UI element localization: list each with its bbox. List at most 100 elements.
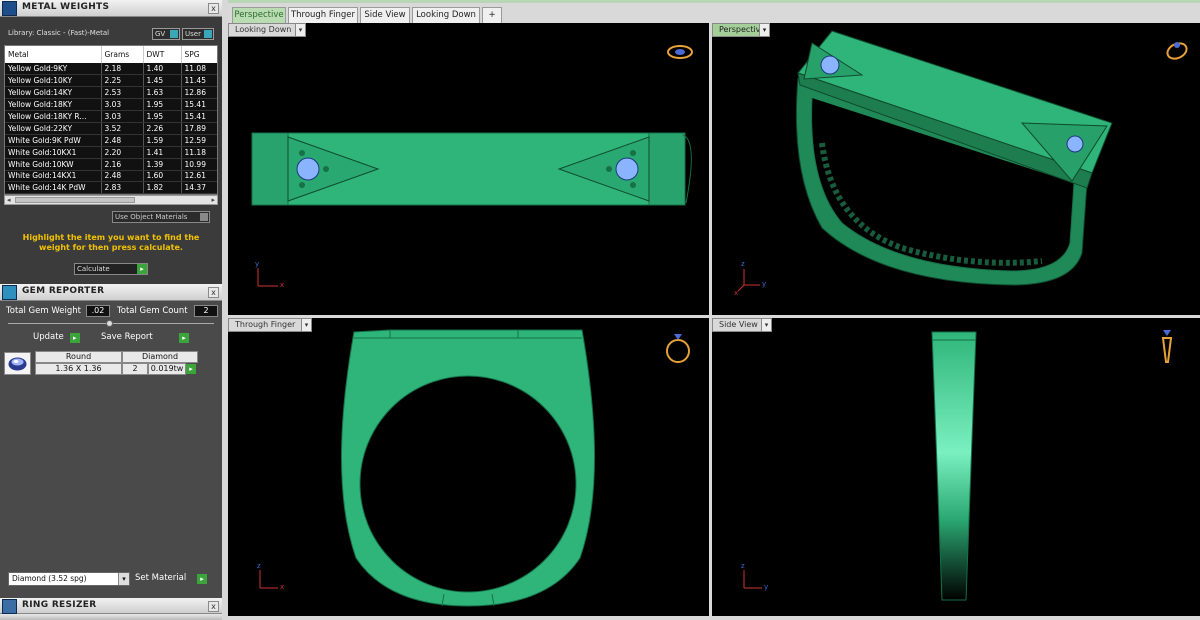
dwt-cell: 1.39 (143, 158, 182, 171)
chevron-down-icon[interactable]: ▾ (118, 573, 129, 585)
save-report-label: Save Report (101, 332, 153, 342)
calculate-hint: Highlight the item you want to find the … (22, 233, 200, 252)
scroll-left-icon[interactable]: ◂ (7, 196, 11, 204)
gem-reporter-icon (2, 285, 17, 300)
axis-y-label: y (255, 260, 260, 268)
metal-name-cell: Yellow Gold:9KY (5, 63, 102, 76)
metal-table-row[interactable]: White Gold:9K PdW 2.48 1.59 12.59 (5, 134, 217, 147)
tab-perspective[interactable]: Perspective (232, 7, 286, 23)
metal-table-row[interactable]: White Gold:14K PdW 2.83 1.82 14.37 (5, 181, 217, 194)
user-toggle[interactable]: User (182, 28, 214, 40)
column-header-spg[interactable]: SPG (181, 46, 217, 63)
update-button[interactable]: Update ▸ (33, 332, 80, 344)
metal-table-row[interactable]: Yellow Gold:10KY 2.25 1.45 11.45 (5, 74, 217, 88)
dwt-cell: 1.95 (143, 98, 182, 112)
column-header-grams[interactable]: Grams (101, 46, 144, 63)
scrollbar-thumb[interactable] (15, 197, 135, 203)
metal-weights-title: METAL WEIGHTS (22, 2, 110, 12)
library-label: Library: Classic - (Fast)-Metal (8, 29, 110, 37)
axis-x-label: x (280, 281, 285, 289)
gem-shape-header: Round (35, 351, 122, 363)
viewport-through-finger[interactable]: Through Finger ▾ z x (228, 318, 709, 616)
dwt-cell: 1.45 (143, 74, 182, 88)
use-object-materials-label: Use Object Materials (115, 213, 188, 221)
metal-name-cell: White Gold:14K PdW (5, 181, 102, 194)
grams-cell: 3.52 (101, 122, 144, 135)
dwt-cell: 1.40 (143, 63, 182, 76)
metal-table-row[interactable]: Yellow Gold:9KY 2.18 1.40 11.08 (5, 63, 217, 76)
spg-cell: 11.18 (181, 146, 217, 159)
metal-table-row[interactable]: White Gold:10KW 2.16 1.39 10.99 (5, 158, 217, 171)
metal-table-scrollbar[interactable]: ◂ ▸ (4, 195, 218, 205)
ring-perspective-view (737, 30, 1113, 292)
spg-cell: 12.61 (181, 170, 217, 183)
total-gem-count-label: Total Gem Count (117, 306, 188, 316)
update-go-icon[interactable]: ▸ (69, 333, 80, 343)
column-header-dwt[interactable]: DWT (143, 46, 182, 63)
material-select[interactable]: Diamond (3.52 spg) ▾ (8, 572, 130, 586)
use-object-materials-checkbox[interactable] (200, 213, 208, 221)
grams-cell: 2.18 (101, 63, 144, 76)
save-report-go-icon[interactable]: ▸ (179, 333, 189, 343)
gem-slider-handle[interactable] (106, 320, 113, 327)
axis-y-label: y (764, 583, 769, 591)
spg-cell: 11.45 (181, 74, 217, 88)
grams-cell: 3.03 (101, 110, 144, 123)
calculate-go-icon[interactable]: ▸ (137, 264, 147, 274)
round-diamond-icon (8, 357, 27, 371)
spg-cell: 12.59 (181, 134, 217, 147)
viewport-side-view[interactable]: Side View ▾ z y (712, 318, 1200, 616)
ring-top-view (251, 132, 692, 287)
scroll-right-icon[interactable]: ▸ (211, 196, 215, 204)
metal-weights-icon (2, 1, 17, 16)
viewport-looking-down[interactable]: Looking Down ▾ y x (228, 23, 709, 315)
gem-thumbnail[interactable] (4, 352, 31, 375)
metal-name-cell: Yellow Gold:10KY (5, 74, 102, 88)
nav-cube-ring-icon[interactable] (1164, 38, 1190, 62)
ring-through-finger-view (259, 329, 595, 607)
metal-table[interactable]: Metal Grams DWT SPG Yellow Gold:9KY 2.18 1… (4, 45, 218, 195)
gem-reporter-body (0, 301, 222, 598)
ring-resizer-icon (2, 599, 17, 614)
grams-cell: 2.20 (101, 146, 144, 159)
save-report-button[interactable]: Save Report ▸ (101, 332, 189, 344)
ring-resizer-title: RING RESIZER (22, 600, 97, 610)
metal-weights-header: METAL WEIGHTS x (0, 0, 222, 17)
spg-cell: 11.08 (181, 63, 217, 76)
grams-cell: 2.48 (101, 170, 144, 183)
tab-looking-down[interactable]: Looking Down (412, 7, 480, 23)
gem-reporter-close-button[interactable]: x (208, 287, 219, 298)
left-panel: METAL WEIGHTS x Library: Classic - (Fast… (0, 0, 222, 620)
metal-table-row[interactable]: Yellow Gold:14KY 2.53 1.63 12.86 (5, 86, 217, 100)
dwt-cell: 1.59 (143, 134, 182, 147)
use-object-materials-toggle[interactable]: Use Object Materials (112, 211, 210, 223)
gv-toggle[interactable]: GV (152, 28, 180, 40)
dwt-cell: 1.95 (143, 110, 182, 123)
set-material-button[interactable]: Set Material ▸ (135, 573, 207, 586)
total-gem-weight-value: .02 (86, 305, 110, 317)
metal-table-row[interactable]: Yellow Gold:18KY 3.03 1.95 15.41 (5, 98, 217, 112)
metal-table-row[interactable]: White Gold:10KX1 2.20 1.41 11.18 (5, 146, 217, 159)
nav-cube-ring-icon[interactable] (1158, 326, 1176, 366)
nav-cube-ring-icon[interactable] (665, 43, 695, 61)
metal-weights-close-button[interactable]: x (208, 3, 219, 14)
viewport-perspective[interactable]: Perspective ▾ z y x (712, 23, 1200, 315)
calculate-button[interactable]: Calculate ▸ (74, 263, 148, 275)
metal-table-row[interactable]: Yellow Gold:22KY 3.52 2.26 17.89 (5, 122, 217, 135)
column-header-metal[interactable]: Metal (5, 46, 102, 63)
dwt-cell: 1.63 (143, 86, 182, 100)
set-material-label: Set Material (135, 573, 187, 583)
spg-cell: 15.41 (181, 98, 217, 112)
metal-table-row[interactable]: White Gold:14KX1 2.48 1.60 12.61 (5, 170, 217, 183)
axis-y-label: y (762, 280, 767, 288)
ring-resizer-close-button[interactable]: x (208, 601, 219, 612)
total-gem-count-value: 2 (194, 305, 218, 317)
metal-table-row[interactable]: Yellow Gold:18KY R... 3.03 1.95 15.41 (5, 110, 217, 123)
nav-cube-ring-icon[interactable] (664, 326, 692, 366)
gem-row-go-icon[interactable]: ▸ (186, 364, 196, 374)
user-toggle-label: User (185, 30, 201, 38)
tab-side-view[interactable]: Side View (360, 7, 410, 23)
set-material-go-icon[interactable]: ▸ (197, 574, 207, 584)
tab-through-finger[interactable]: Through Finger (288, 7, 358, 23)
add-tab-button[interactable]: + (482, 7, 502, 23)
